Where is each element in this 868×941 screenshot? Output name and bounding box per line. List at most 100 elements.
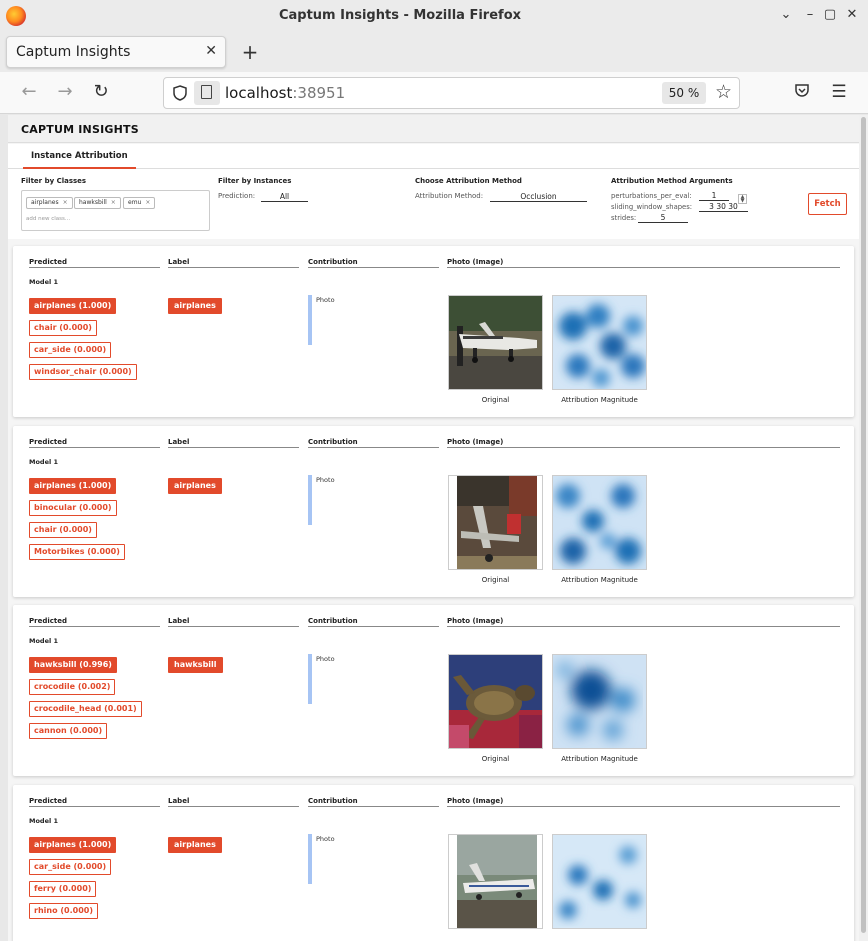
tracking-shield-icon[interactable] bbox=[173, 85, 187, 101]
original-image bbox=[448, 295, 543, 390]
remove-chip-icon: × bbox=[145, 199, 151, 206]
arg-label-window: sliding_window_shapes: bbox=[611, 203, 693, 211]
navigation-toolbar: ← → ↻ localhost:38951 50 % ☆ ☰ bbox=[0, 72, 868, 114]
attribution-heatmap bbox=[552, 834, 647, 929]
app-header: CAPTUM INSIGHTS bbox=[8, 115, 859, 143]
class-chip[interactable]: hawksbill × bbox=[74, 197, 121, 209]
instance-card: Predicted Label Contribution Photo (Imag… bbox=[13, 426, 854, 597]
class-filter-input[interactable]: airplanes × hawksbill × emu × add new class… bbox=[21, 190, 210, 231]
col-label: Label bbox=[168, 617, 299, 627]
page-scrollbar[interactable] bbox=[859, 115, 868, 941]
col-label: Label bbox=[168, 438, 299, 448]
class-chip[interactable]: airplanes × bbox=[26, 197, 73, 209]
minimize-icon[interactable]: ⌄ bbox=[778, 7, 794, 23]
original-image bbox=[448, 475, 543, 570]
attribution-heatmap bbox=[552, 475, 647, 570]
browser-tab[interactable]: Captum Insights ✕ bbox=[6, 36, 226, 68]
original-image bbox=[448, 654, 543, 749]
contribution-bar bbox=[308, 475, 312, 525]
add-class-placeholder[interactable]: add new class... bbox=[26, 216, 70, 222]
stepper-icon[interactable]: ▲ ▼ bbox=[738, 194, 747, 204]
model-name: Model 1 bbox=[29, 637, 59, 645]
forward-icon[interactable]: → bbox=[55, 82, 75, 102]
contribution-label: Photo bbox=[316, 835, 335, 843]
strides-input[interactable]: 5 bbox=[638, 214, 688, 223]
attribution-caption: Attribution Magnitude bbox=[561, 576, 638, 584]
method-label: Attribution Method: bbox=[415, 192, 484, 200]
label-pill: hawksbill bbox=[168, 657, 223, 673]
tab-instance-attribution[interactable]: Instance Attribution bbox=[23, 150, 136, 169]
class-chip[interactable]: emu × bbox=[123, 197, 156, 209]
prediction-pill: windsor_chair (0.000) bbox=[29, 364, 137, 380]
prediction-pill: chair (0.000) bbox=[29, 522, 97, 538]
instance-card: Predicted Label Contribution Photo (Imag… bbox=[13, 246, 854, 417]
url-bar[interactable]: localhost:38951 50 % ☆ bbox=[163, 77, 740, 109]
prediction-pill: airplanes (1.000) bbox=[29, 478, 117, 494]
prediction-select[interactable]: All bbox=[261, 192, 308, 202]
window-titlebar: Captum Insights - Mozilla Firefox ⌄ – ▢ … bbox=[0, 0, 868, 32]
contribution-label: Photo bbox=[316, 296, 335, 304]
model-name: Model 1 bbox=[29, 278, 59, 286]
browser-tab-title: Captum Insights bbox=[16, 44, 131, 60]
col-photo: Photo (Image) bbox=[447, 258, 840, 268]
contribution-bar bbox=[308, 654, 312, 704]
attribution-caption: Attribution Magnitude bbox=[561, 396, 638, 404]
pocket-icon[interactable] bbox=[792, 82, 812, 103]
filter-panel: Filter by Classes airplanes × hawksbill × … bbox=[8, 169, 859, 239]
fetch-button[interactable]: Fetch bbox=[808, 193, 847, 215]
close-window-icon[interactable]: ✕ bbox=[844, 7, 860, 23]
new-tab-icon[interactable]: + bbox=[240, 40, 260, 64]
close-tab-icon[interactable]: ✕ bbox=[205, 43, 217, 59]
arg-label-perturbations: perturbations_per_eval: bbox=[611, 192, 692, 200]
prediction-pill: airplanes (1.000) bbox=[29, 837, 117, 853]
attribution-heatmap bbox=[552, 654, 647, 749]
label-pill: airplanes bbox=[168, 478, 222, 494]
col-photo: Photo (Image) bbox=[447, 617, 840, 627]
remove-chip-icon: × bbox=[62, 199, 68, 206]
method-title: Choose Attribution Method bbox=[415, 177, 522, 185]
col-label: Label bbox=[168, 258, 299, 268]
perturbations-input[interactable]: 1 bbox=[699, 192, 729, 201]
menu-icon[interactable]: ☰ bbox=[829, 82, 849, 102]
col-photo: Photo (Image) bbox=[447, 797, 840, 807]
prediction-pill: crocodile (0.002) bbox=[29, 679, 116, 695]
prediction-pill: airplanes (1.000) bbox=[29, 298, 117, 314]
remove-chip-icon: × bbox=[110, 199, 116, 206]
prediction-pill: car_side (0.000) bbox=[29, 859, 112, 875]
instance-card: Predicted Label Contribution Photo (Imag… bbox=[13, 605, 854, 776]
instance-card: Predicted Label Contribution Photo (Imag… bbox=[13, 785, 854, 941]
label-pill: airplanes bbox=[168, 837, 222, 853]
maximize-icon[interactable]: ▢ bbox=[822, 7, 838, 23]
prediction-pill: ferry (0.000) bbox=[29, 881, 97, 897]
url-text[interactable]: localhost:38951 bbox=[225, 84, 345, 102]
back-icon[interactable]: ← bbox=[19, 82, 39, 102]
bookmark-star-icon[interactable]: ☆ bbox=[715, 81, 732, 103]
window-title: Captum Insights - Mozilla Firefox bbox=[278, 8, 522, 23]
contribution-bar bbox=[308, 834, 312, 884]
original-caption: Original bbox=[481, 396, 510, 404]
reload-icon[interactable]: ↻ bbox=[91, 82, 111, 102]
label-pill: airplanes bbox=[168, 298, 222, 314]
method-select[interactable]: Occlusion bbox=[490, 192, 587, 202]
arg-label-strides: strides: bbox=[611, 214, 637, 222]
contribution-label: Photo bbox=[316, 655, 335, 663]
app-brand: CAPTUM INSIGHTS bbox=[21, 123, 139, 136]
col-label: Label bbox=[168, 797, 299, 807]
attribution-caption: Attribution Magnitude bbox=[561, 755, 638, 763]
minimize-window-icon[interactable]: – bbox=[802, 7, 818, 23]
prediction-pill: chair (0.000) bbox=[29, 320, 97, 336]
attribution-heatmap bbox=[552, 295, 647, 390]
col-predicted: Predicted bbox=[29, 617, 160, 627]
prediction-pill: hawksbill (0.996) bbox=[29, 657, 117, 673]
prediction-pill: cannon (0.000) bbox=[29, 723, 108, 739]
app-tabs: Instance Attribution bbox=[8, 144, 859, 169]
scrollbar-thumb[interactable] bbox=[861, 117, 866, 933]
zoom-level[interactable]: 50 % bbox=[662, 82, 706, 104]
original-caption: Original bbox=[481, 576, 510, 584]
window-shapes-input[interactable]: 3 30 30 bbox=[699, 203, 748, 212]
tab-strip: Captum Insights ✕ + bbox=[0, 32, 868, 72]
model-name: Model 1 bbox=[29, 817, 59, 825]
original-caption: Original bbox=[481, 755, 510, 763]
col-contribution: Contribution bbox=[308, 797, 439, 807]
page-info-icon[interactable] bbox=[194, 81, 220, 105]
